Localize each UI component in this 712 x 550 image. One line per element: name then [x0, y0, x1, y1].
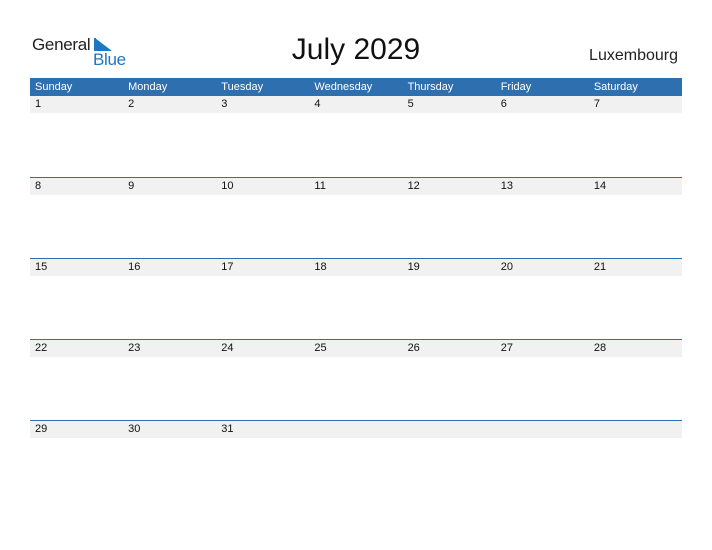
weekday-friday: Friday: [500, 81, 532, 93]
day-cell: 7: [593, 98, 600, 110]
day-cell: [589, 421, 682, 438]
weekday-tuesday: Tuesday: [221, 81, 264, 93]
day-cell: 18: [314, 261, 327, 273]
date-row: 8 9 10 11 12 13 14: [30, 178, 682, 195]
day-cell: 31: [221, 423, 234, 435]
day-cell: 20: [500, 261, 513, 273]
day-cell: 13: [500, 180, 513, 192]
day-cell: [496, 421, 589, 438]
week-row-5: 29 30 31: [30, 420, 682, 501]
day-cell: 2: [128, 98, 135, 110]
day-cell: 19: [407, 261, 420, 273]
day-cell: 11: [314, 180, 326, 192]
day-cell: 24: [221, 342, 234, 354]
day-cell: 17: [221, 261, 234, 273]
day-cell: 5: [407, 98, 414, 110]
day-cell: 10: [221, 180, 234, 192]
day-cell: 25: [314, 342, 327, 354]
day-cell: 21: [593, 261, 607, 273]
week-row-4: 22 23 24 25 26 27 28: [30, 339, 682, 420]
country-label: Luxembourg: [589, 47, 678, 64]
day-cell: 1: [35, 98, 42, 110]
week-row-1: 1 2 3 4 5 6 7: [30, 96, 682, 177]
day-cell: 16: [128, 261, 141, 273]
day-cell: 4: [314, 98, 321, 110]
day-cell: 12: [407, 180, 420, 192]
weekday-thursday: Thursday: [407, 81, 454, 93]
weekday-sunday: Sunday: [35, 81, 73, 93]
date-row: 1 2 3 4 5 6 7: [30, 96, 682, 113]
date-row: 15 16 17 18 19 20 21: [30, 259, 682, 276]
day-cell: 26: [407, 342, 420, 354]
weekday-saturday: Saturday: [593, 81, 638, 93]
day-cell: 22: [35, 342, 48, 354]
day-cell: 14: [593, 180, 607, 192]
weekday-header: Sunday Monday Tuesday Wednesday Thursday…: [30, 78, 682, 96]
day-cell: [403, 421, 496, 438]
day-cell: 8: [35, 180, 42, 192]
date-row: 29 30 31: [30, 421, 682, 438]
day-cell: [309, 421, 402, 438]
calendar-grid: Sunday Monday Tuesday Wednesday Thursday…: [30, 78, 682, 501]
day-cell: 30: [128, 423, 141, 435]
week-row-2: 8 9 10 11 12 13 14: [30, 177, 682, 258]
day-cell: 27: [500, 342, 513, 354]
weekday-wednesday: Wednesday: [314, 81, 373, 93]
day-cell: 28: [593, 342, 607, 354]
week-row-3: 15 16 17 18 19 20 21: [30, 258, 682, 339]
day-cell: 3: [221, 98, 228, 110]
day-cell: 6: [500, 98, 507, 110]
day-cell: 29: [35, 423, 48, 435]
date-row: 22 23 24 25 26 27 28: [30, 340, 682, 357]
weekday-monday: Monday: [128, 81, 168, 93]
day-cell: 23: [128, 342, 141, 354]
day-cell: 9: [128, 180, 135, 192]
day-cell: 15: [35, 261, 48, 273]
